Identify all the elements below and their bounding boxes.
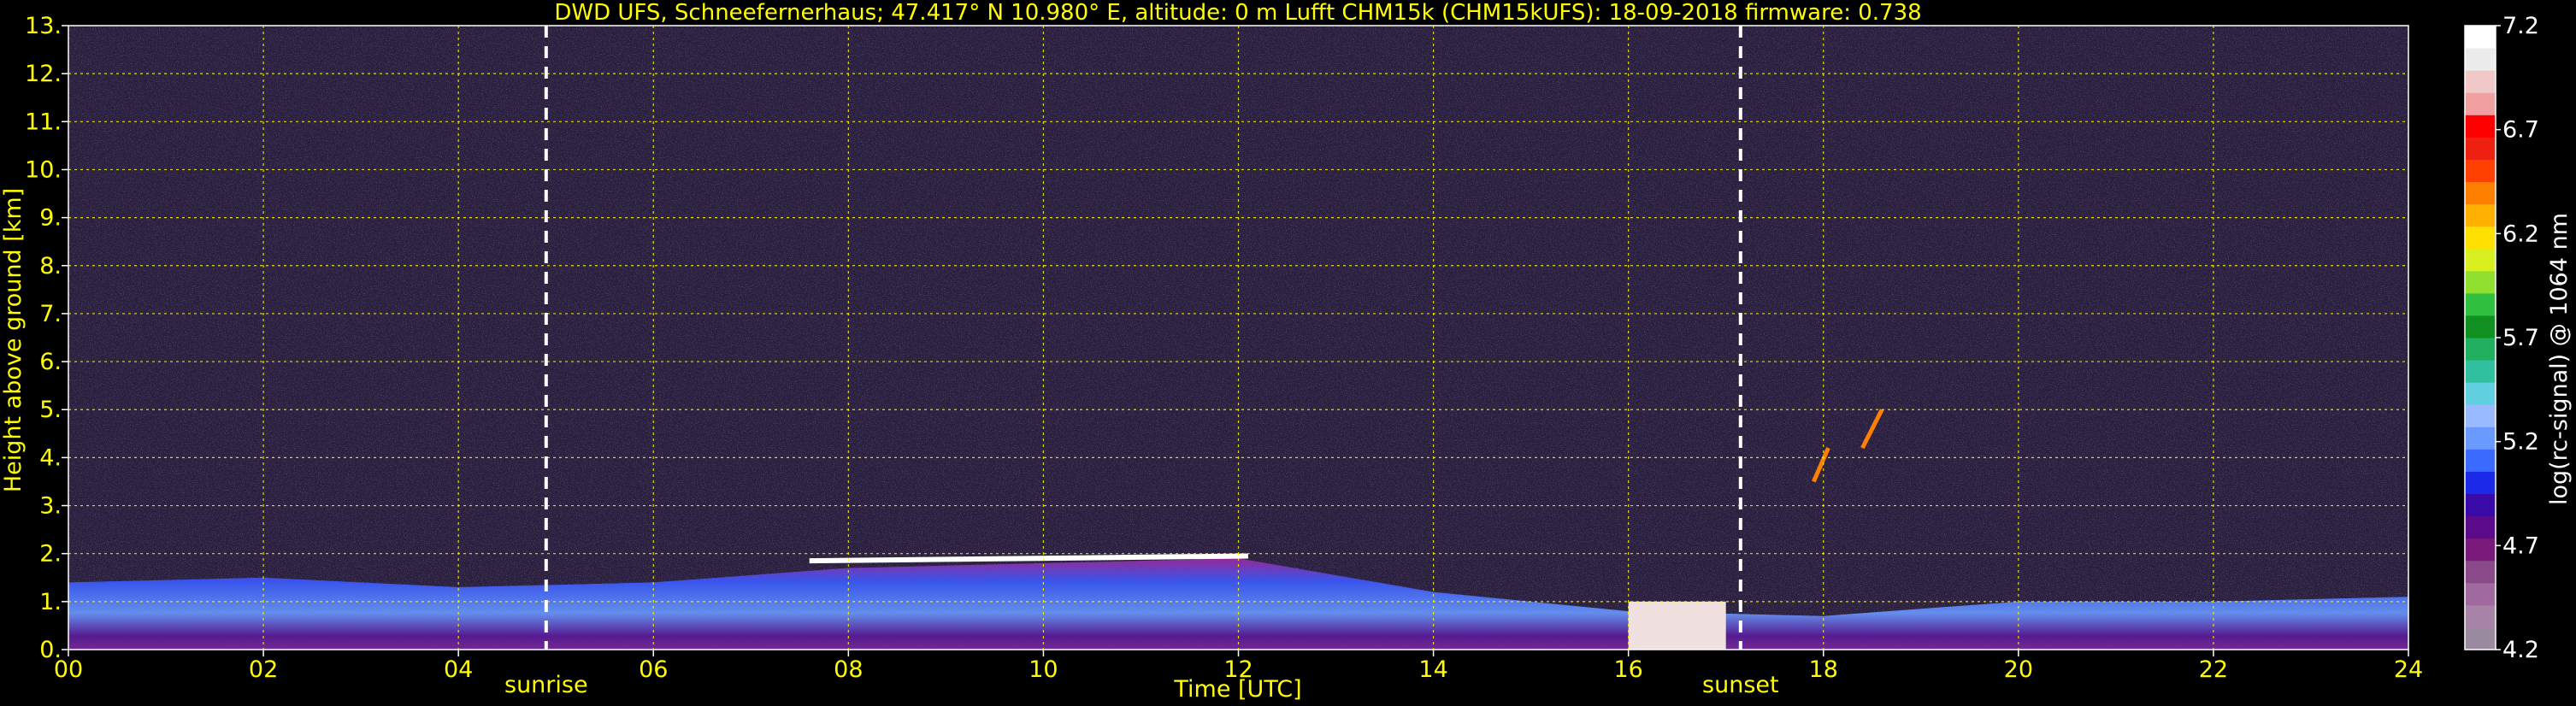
- colorbar-segment: [2465, 404, 2496, 427]
- colorbar-segment: [2465, 582, 2496, 606]
- y-tick-label: 10.: [25, 156, 62, 183]
- colorbar-tick-label: 6.2: [2502, 221, 2539, 247]
- colorbar-segment: [2465, 92, 2496, 115]
- colorbar-segment: [2465, 248, 2496, 272]
- colorbar-segment: [2465, 203, 2496, 227]
- colorbar-segment: [2465, 515, 2496, 539]
- colorbar-segment: [2465, 270, 2496, 294]
- x-tick-label: 22: [2199, 656, 2228, 683]
- sunrise-label: sunrise: [504, 672, 588, 698]
- colorbar-segment: [2465, 360, 2496, 383]
- colorbar-segment: [2465, 427, 2496, 450]
- colorbar-tick-label: 4.7: [2502, 532, 2539, 559]
- x-tick-label: 04: [444, 656, 473, 683]
- colorbar-ticks: 7.2 6.7 6.2 5.7 5.2 4.7 4.2: [2496, 13, 2539, 663]
- y-tick-label: 6.: [39, 349, 62, 375]
- y-axis-label: Height above ground [km]: [0, 188, 27, 492]
- colorbar-segment: [2465, 115, 2496, 138]
- colorbar: [2464, 25, 2496, 650]
- sunset-label: sunset: [1702, 672, 1779, 698]
- colorbar-segment: [2465, 560, 2496, 584]
- plot-area: [68, 25, 2409, 650]
- colorbar-segment: [2465, 604, 2496, 628]
- colorbar-label: log(rc-signal) @ 1064 nm: [2546, 213, 2573, 505]
- colorbar-segment: [2465, 137, 2496, 160]
- x-axis-label: Time [UTC]: [1173, 676, 1301, 703]
- colorbar-segment: [2465, 48, 2496, 71]
- ceilometer-chart: 00 02 04 06 08 10 12 14 16 18 20 22 24 0.1.2.3.4.5.6…: [0, 0, 2573, 703]
- x-tick-label: 14: [1418, 656, 1447, 683]
- y-tick-label: 13.: [25, 13, 62, 39]
- colorbar-segment: [2465, 181, 2496, 205]
- colorbar-segment: [2465, 538, 2496, 562]
- x-tick-label: 20: [2004, 656, 2033, 683]
- x-tick-label: 10: [1029, 656, 1058, 683]
- chart-title: DWD UFS, Schneefernerhaus; 47.417° N 10.…: [554, 0, 1921, 26]
- y-axis: 0. 1. 2. 3. 4. 5. 6. 7. 8. 9. 10. 11. 12. 13.: [25, 13, 68, 663]
- y-tick-label: 2.: [39, 541, 62, 568]
- x-tick-label: 18: [1809, 656, 1838, 683]
- x-tick-label: 16: [1613, 656, 1642, 683]
- colorbar-segment: [2465, 226, 2496, 250]
- y-tick-label: 5.: [39, 397, 62, 423]
- y-tick-label: 7.: [39, 301, 62, 327]
- colorbar-tick-label: 5.2: [2502, 429, 2539, 456]
- y-tick-label: 8.: [39, 253, 62, 279]
- colorbar-segment: [2465, 26, 2496, 49]
- x-tick-label: 02: [249, 656, 278, 683]
- colorbar-segment: [2465, 382, 2496, 405]
- y-tick-label: 11.: [25, 109, 62, 135]
- x-tick-label: 08: [834, 656, 863, 683]
- colorbar-tick-label: 6.7: [2502, 117, 2539, 144]
- colorbar-tick-label: 7.2: [2502, 13, 2539, 39]
- colorbar-segment: [2465, 471, 2496, 494]
- y-tick-label: 9.: [39, 205, 62, 232]
- colorbar-segment: [2465, 493, 2496, 517]
- y-tick-label: 3.: [39, 493, 62, 520]
- x-tick-label: 06: [639, 656, 668, 683]
- colorbar-segment: [2465, 627, 2496, 650]
- colorbar-segment: [2465, 449, 2496, 472]
- colorbar-segment: [2465, 70, 2496, 93]
- y-tick-label: 1.: [39, 589, 62, 615]
- x-tick-label: 24: [2394, 656, 2423, 683]
- colorbar-segment: [2465, 159, 2496, 182]
- colorbar-segment: [2465, 292, 2496, 316]
- cloud-block: [1628, 601, 1726, 650]
- y-tick-label: 4.: [39, 444, 62, 471]
- colorbar-segment: [2465, 338, 2496, 361]
- y-tick-label: 12.: [25, 61, 62, 87]
- colorbar-tick-label: 5.7: [2502, 325, 2539, 351]
- colorbar-tick-label: 4.2: [2502, 637, 2539, 663]
- colorbar-segment: [2465, 315, 2496, 338]
- y-tick-label: 0.: [39, 637, 62, 663]
